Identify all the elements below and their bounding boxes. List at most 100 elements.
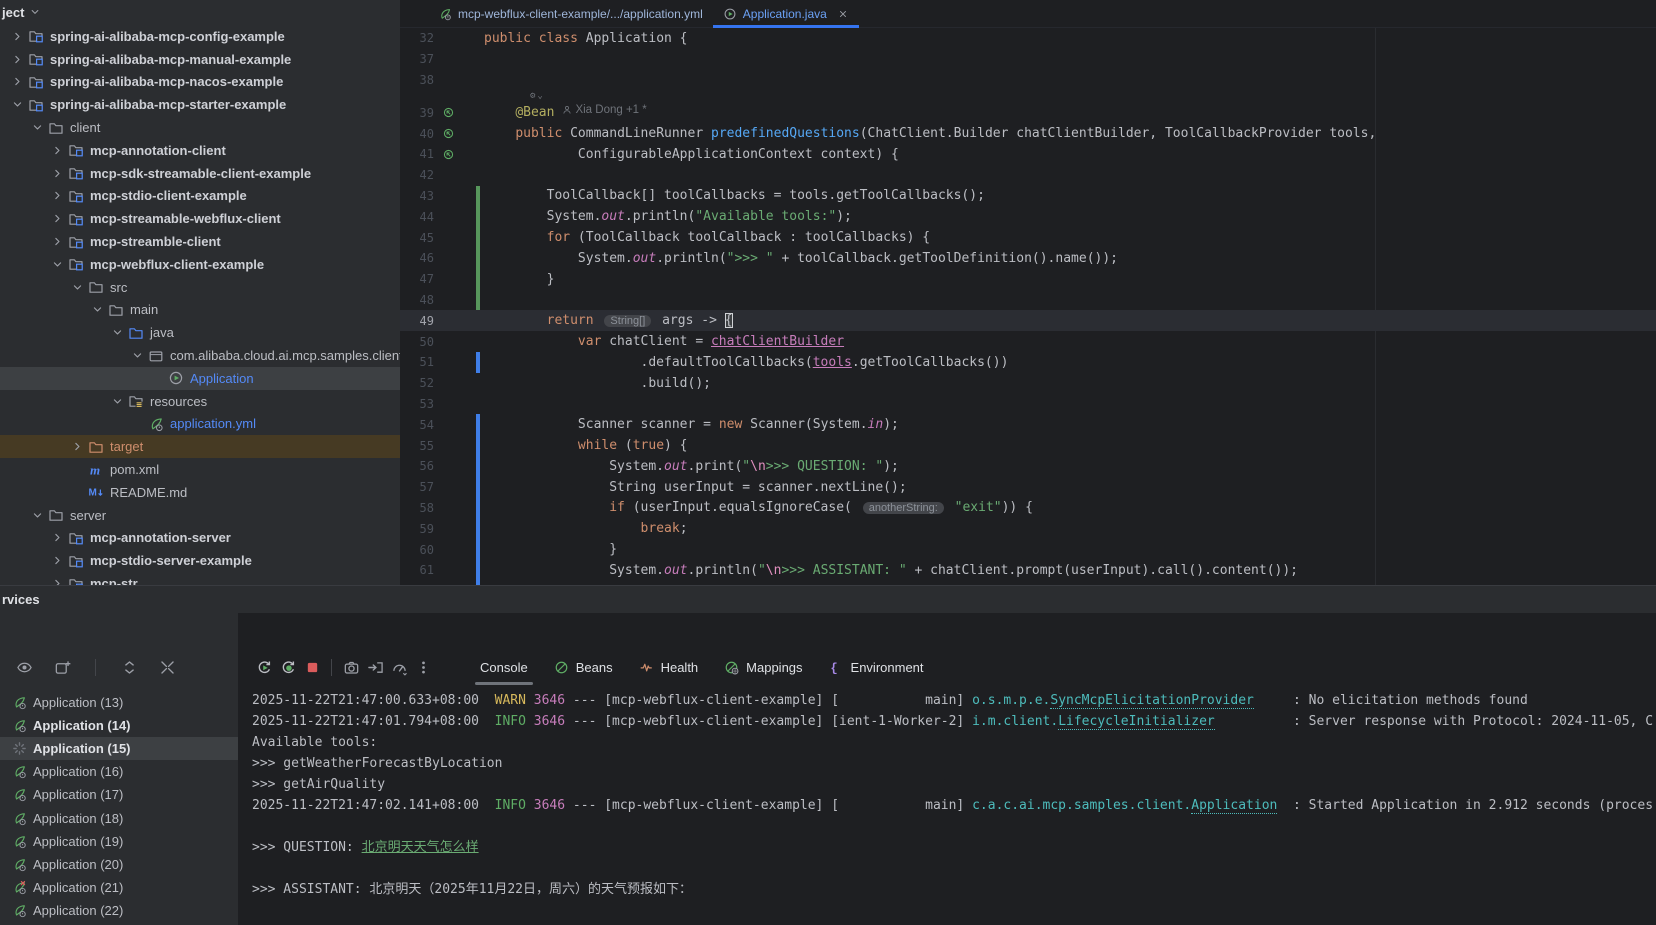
rerun-button[interactable] (252, 655, 276, 679)
tree-item-spring-ai-alibaba-mcp-nacos-example[interactable]: spring-ai-alibaba-mcp-nacos-example (0, 71, 400, 94)
chevron-down-icon[interactable] (31, 509, 44, 522)
kebab-button[interactable] (411, 655, 435, 679)
expand-arrow[interactable] (8, 30, 26, 43)
editor-tab-application-java[interactable]: Application.java (713, 0, 859, 27)
code-line-59[interactable]: 59 break; (400, 518, 1656, 539)
tree-item-mcp-streamable-webflux-client[interactable]: mcp-streamable-webflux-client (0, 207, 400, 230)
chevron-right-icon[interactable] (11, 75, 24, 88)
chevron-down-icon[interactable] (51, 258, 64, 271)
expand-arrow[interactable] (48, 235, 66, 248)
code-line-39[interactable]: 39 @BeanXia Dong +1 * (400, 102, 1656, 123)
code-line-40[interactable]: 40 public CommandLineRunner predefinedQu… (400, 123, 1656, 144)
tree-item-mcp-webflux-client-example[interactable]: mcp-webflux-client-example (0, 253, 400, 276)
tree-item-com-alibaba-cloud-ai-mcp-samples-client[interactable]: com.alibaba.cloud.ai.mcp.samples.client (0, 344, 400, 367)
chevron-down-icon[interactable] (91, 303, 104, 316)
service-item-application-18-[interactable]: Application (18) (0, 806, 238, 829)
chevron-right-icon[interactable] (51, 235, 64, 248)
tab-mappings[interactable]: Mappings (711, 649, 815, 685)
chevron-down-icon[interactable] (31, 121, 44, 134)
open-in-button[interactable] (363, 655, 387, 679)
expand-arrow[interactable] (48, 554, 66, 567)
code-editor[interactable]: 32public class Application {3738⚙⌄39 @Be… (400, 28, 1656, 585)
tree-item-java[interactable]: java (0, 321, 400, 344)
code-line-55[interactable]: 55 while (true) { (400, 435, 1656, 456)
collapse-arrow[interactable] (128, 349, 146, 362)
code-line-37[interactable]: 37 (400, 49, 1656, 70)
tree-item-resources[interactable]: resources (0, 390, 400, 413)
expand-arrow[interactable] (68, 440, 86, 453)
bean-gutter-icon[interactable] (442, 106, 455, 119)
stop-button[interactable] (300, 655, 324, 679)
tree-item-client[interactable]: client (0, 116, 400, 139)
code-line-50[interactable]: 50 var chatClient = chatClientBuilder (400, 331, 1656, 352)
code-line-41[interactable]: 41 ConfigurableApplicationContext contex… (400, 144, 1656, 165)
code-line-60[interactable]: 60 } (400, 539, 1656, 560)
tree-item-mcp-stdio-client-example[interactable]: mcp-stdio-client-example (0, 185, 400, 208)
expand-arrow[interactable] (48, 531, 66, 544)
camera-button[interactable] (339, 655, 363, 679)
service-item-application-19-[interactable]: Application (19) (0, 830, 238, 853)
expand-button[interactable] (117, 655, 141, 679)
chevron-down-icon[interactable] (131, 349, 144, 362)
bean-gutter-icon[interactable] (442, 148, 455, 161)
chevron-right-icon[interactable] (51, 554, 64, 567)
code-line-54[interactable]: 54 Scanner scanner = new Scanner(System.… (400, 414, 1656, 435)
tree-item-mcp-streamble-client[interactable]: mcp-streamble-client (0, 230, 400, 253)
code-line-57[interactable]: 57 String userInput = scanner.nextLine()… (400, 477, 1656, 498)
service-item-application-17-[interactable]: Application (17) (0, 783, 238, 806)
collapse-arrow[interactable] (28, 509, 46, 522)
code-line-44[interactable]: 44 System.out.println("Available tools:"… (400, 206, 1656, 227)
tree-item-mcp-stdio-server-example[interactable]: mcp-stdio-server-example (0, 549, 400, 572)
code-line-61[interactable]: 61 System.out.println("\n>>> ASSISTANT: … (400, 560, 1656, 581)
project-header[interactable]: ject (0, 0, 400, 24)
tree-item-main[interactable]: main (0, 299, 400, 322)
chevron-right-icon[interactable] (51, 577, 64, 585)
chevron-right-icon[interactable] (51, 531, 64, 544)
tree-item-mcp-sdk-streamable-client-example[interactable]: mcp-sdk-streamable-client-example (0, 162, 400, 185)
code-line-53[interactable]: 53 (400, 394, 1656, 415)
tree-item-spring-ai-alibaba-mcp-manual-example[interactable]: spring-ai-alibaba-mcp-manual-example (0, 48, 400, 71)
tab-console[interactable]: Console (467, 649, 541, 685)
logger-link[interactable]: Application (1191, 798, 1277, 814)
code-line-58[interactable]: 58 if (userInput.equalsIgnoreCase( anoth… (400, 498, 1656, 519)
service-item-application-14-[interactable]: Application (14) (0, 714, 238, 737)
service-item-application-20-[interactable]: Application (20) (0, 853, 238, 876)
tree-item-application-yml[interactable]: application.yml (0, 413, 400, 436)
collapse-arrow[interactable] (8, 98, 26, 111)
service-item-application-15-[interactable]: Application (15) (0, 737, 238, 760)
tree-item-pom-xml[interactable]: mpom.xml (0, 458, 400, 481)
chevron-down-icon[interactable] (71, 281, 84, 294)
expand-arrow[interactable] (8, 53, 26, 66)
code-line-42[interactable]: 42 (400, 165, 1656, 186)
service-item-application-16-[interactable]: Application (16) (0, 760, 238, 783)
tab-health[interactable]: Health (626, 649, 712, 685)
tree-item-server[interactable]: server (0, 504, 400, 527)
collapse-arrow[interactable] (88, 303, 106, 316)
tab-beans[interactable]: Beans (541, 649, 626, 685)
chevron-right-icon[interactable] (51, 212, 64, 225)
code-line-32[interactable]: 32public class Application { (400, 28, 1656, 49)
chevron-right-icon[interactable] (11, 53, 24, 66)
tree-item-readme-md[interactable]: MREADME.md (0, 481, 400, 504)
rerun-debug-button[interactable] (276, 655, 300, 679)
expand-arrow[interactable] (48, 189, 66, 202)
collapse-button[interactable] (155, 655, 179, 679)
logger-link[interactable]: LifecycleInitializer (1058, 714, 1215, 730)
close-icon[interactable] (837, 8, 849, 20)
chevron-down-icon[interactable] (11, 98, 24, 111)
tab-environment[interactable]: { }Environment (816, 649, 937, 685)
tree-item-application[interactable]: Application (0, 367, 400, 390)
collapse-arrow[interactable] (68, 281, 86, 294)
code-vision-gear-icon[interactable]: ⚙⌄ (400, 90, 1656, 102)
chevron-down-icon[interactable] (111, 395, 124, 408)
expand-arrow[interactable] (48, 212, 66, 225)
code-line-45[interactable]: 45 for (ToolCallback toolCallback : tool… (400, 227, 1656, 248)
editor-tab-mcp-webflux-client-example-application-yml[interactable]: mcp-webflux-client-example/.../applicati… (428, 0, 713, 27)
add-tab-button[interactable] (50, 655, 74, 679)
code-line-49[interactable]: 49 return String[] args -> { (400, 310, 1656, 331)
chevron-down-icon[interactable] (111, 326, 124, 339)
service-item-application-21-[interactable]: Application (21) (0, 876, 238, 899)
console-output[interactable]: 2025-11-22T21:47:00.633+08:00 WARN 3646 … (238, 690, 1656, 900)
chevron-right-icon[interactable] (11, 30, 24, 43)
service-item-application-13-[interactable]: Application (13) (0, 691, 238, 714)
